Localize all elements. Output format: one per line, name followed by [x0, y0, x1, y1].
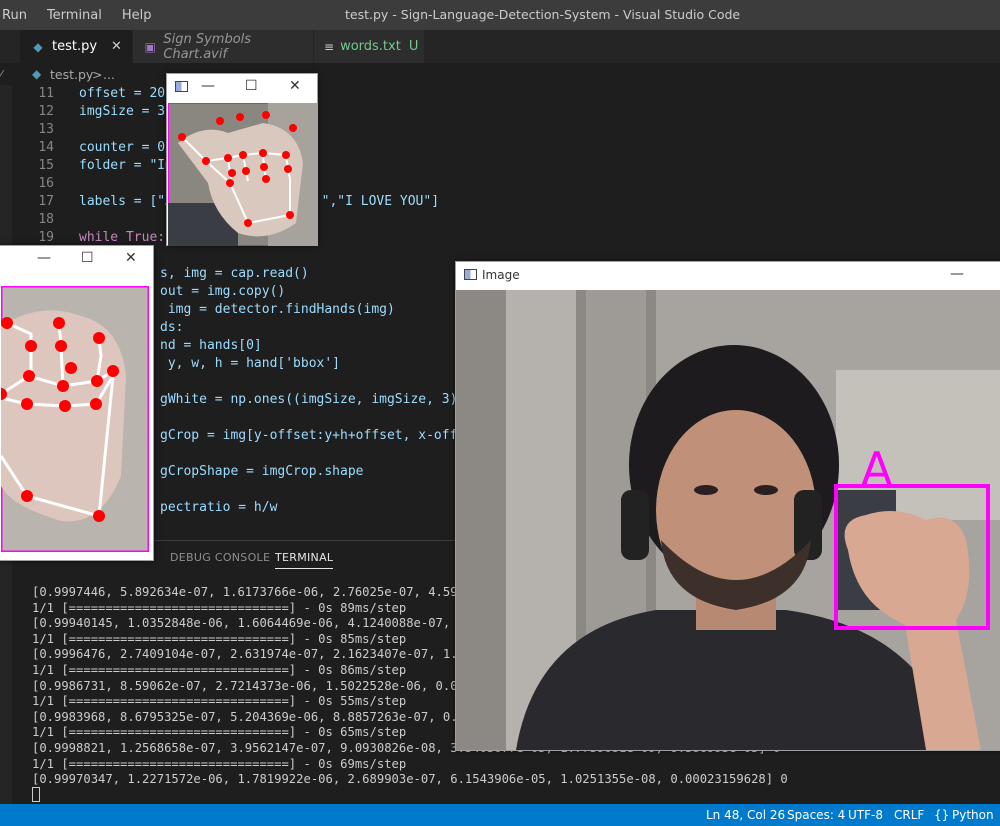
hand-crop-image	[168, 103, 318, 246]
code-text: counter = 0	[79, 140, 166, 155]
language-mode[interactable]: Python	[952, 804, 994, 826]
code-text: ds:	[160, 320, 184, 335]
terminal-line: 1/1 [==============================] - 0…	[32, 756, 407, 771]
app-icon	[175, 81, 188, 92]
code-text: gCrop = img[y-offset:y+h+offset, x-offse…	[160, 428, 481, 443]
tab-sign-symbols-chart[interactable]: ▣ Sign Symbols Chart.avif	[133, 30, 313, 63]
line-number: 16	[38, 176, 54, 191]
menu-terminal[interactable]: Terminal	[37, 8, 112, 23]
line-number: 15	[38, 158, 54, 173]
code-text: gCropShape = imgCrop.shape	[160, 464, 364, 479]
code-text: s, img = cap.read()	[160, 266, 309, 281]
tab-test-py[interactable]: ◆ test.py ✕	[20, 30, 132, 63]
line-number: 13	[38, 122, 54, 137]
close-icon[interactable]: ✕	[125, 250, 137, 266]
minimize-icon[interactable]: —	[37, 250, 51, 266]
tab-label: words.txt	[340, 39, 401, 54]
hand-white-image	[1, 286, 149, 552]
python-file-icon: ◆	[32, 67, 42, 81]
terminal-cursor	[32, 787, 40, 802]
tab-terminal[interactable]: TERMINAL	[275, 551, 334, 569]
prediction-label: A	[861, 442, 893, 496]
maximize-icon[interactable]: ☐	[245, 78, 258, 94]
minimize-icon[interactable]: —	[201, 78, 215, 94]
image-file-icon: ▣	[144, 39, 156, 54]
app-icon	[464, 269, 477, 280]
line-ending[interactable]: CRLF	[894, 804, 924, 826]
editor-tab-bar: ◆ test.py ✕ ▣ Sign Symbols Chart.avif ≡ …	[0, 30, 1000, 63]
breadcrumb-file[interactable]: test.py	[50, 67, 93, 82]
code-text: folder = "Im	[79, 158, 173, 173]
encoding[interactable]: UTF-8	[848, 804, 883, 826]
menu-help[interactable]: Help	[112, 8, 162, 23]
python-file-icon: ◆	[33, 39, 43, 54]
status-bar: Ln 48, Col 26 Spaces: 4 UTF-8 CRLF {} Py…	[0, 804, 1000, 826]
line-number: 17	[38, 194, 54, 209]
image-white-window[interactable]: — ☐ ✕	[0, 245, 154, 561]
line-number: 14	[38, 140, 54, 155]
untracked-badge: U	[408, 39, 419, 54]
window-title: test.py - Sign-Language-Detection-System…	[345, 7, 741, 22]
code-text: out = img.copy()	[160, 284, 286, 299]
code-text: y, w, h = hand['bbox']	[160, 356, 341, 371]
cursor-position[interactable]: Ln 48, Col 26	[706, 804, 785, 826]
code-text: offset = 20	[79, 86, 166, 101]
braces-icon: {}	[934, 808, 950, 822]
menu-run[interactable]: Run	[0, 8, 37, 23]
code-text: nd = hands[0]	[160, 338, 262, 353]
minimize-icon[interactable]: —	[950, 266, 964, 282]
close-icon[interactable]: ✕	[289, 78, 301, 94]
code-text: pectratio = h/w	[160, 500, 278, 515]
terminal-line: [0.99970347, 1.2271572e-06, 1.7819922e-0…	[32, 772, 788, 787]
text-file-icon: ≡	[324, 39, 335, 54]
tab-debug-console[interactable]: DEBUG CONSOLE	[170, 551, 270, 564]
maximize-icon[interactable]: ☐	[81, 250, 94, 266]
breadcrumb: ⁄ ◆ test.py > ...	[0, 63, 1000, 85]
breadcrumb-separator: >	[92, 66, 103, 82]
webcam-frame: A	[456, 290, 1000, 750]
image-window[interactable]: Image — A	[455, 261, 1000, 751]
tab-label: Sign Symbols Chart.avif	[163, 31, 252, 62]
window-titlebar: Image —	[456, 262, 1000, 290]
menu-bar: Run Terminal Help	[0, 0, 162, 30]
tab-label: test.py	[52, 39, 98, 54]
title-bar: Run Terminal Help test.py - Sign-Languag…	[0, 0, 1000, 30]
crop-window[interactable]: — ☐ ✕	[166, 73, 318, 246]
code-text: img = detector.findHands(img)	[160, 302, 395, 317]
breadcrumb-more[interactable]: ...	[103, 67, 115, 82]
code-text: imgSize = 30	[79, 104, 173, 119]
line-number: 18	[38, 212, 54, 227]
code-text: gWhite = np.ones((imgSize, imgSize, 3), …	[160, 392, 481, 407]
indentation[interactable]: Spaces: 4	[787, 804, 845, 826]
line-number: 11	[38, 86, 54, 101]
close-icon[interactable]: ✕	[111, 39, 122, 54]
breadcrumb-edge-icon: ⁄	[0, 66, 3, 82]
window-title: Image	[482, 268, 520, 282]
line-number: 12	[38, 104, 54, 119]
tab-words-txt[interactable]: ≡ words.txt U	[314, 30, 424, 63]
window-titlebar: — ☐ ✕	[167, 74, 317, 102]
window-titlebar: — ☐ ✕	[0, 246, 153, 274]
